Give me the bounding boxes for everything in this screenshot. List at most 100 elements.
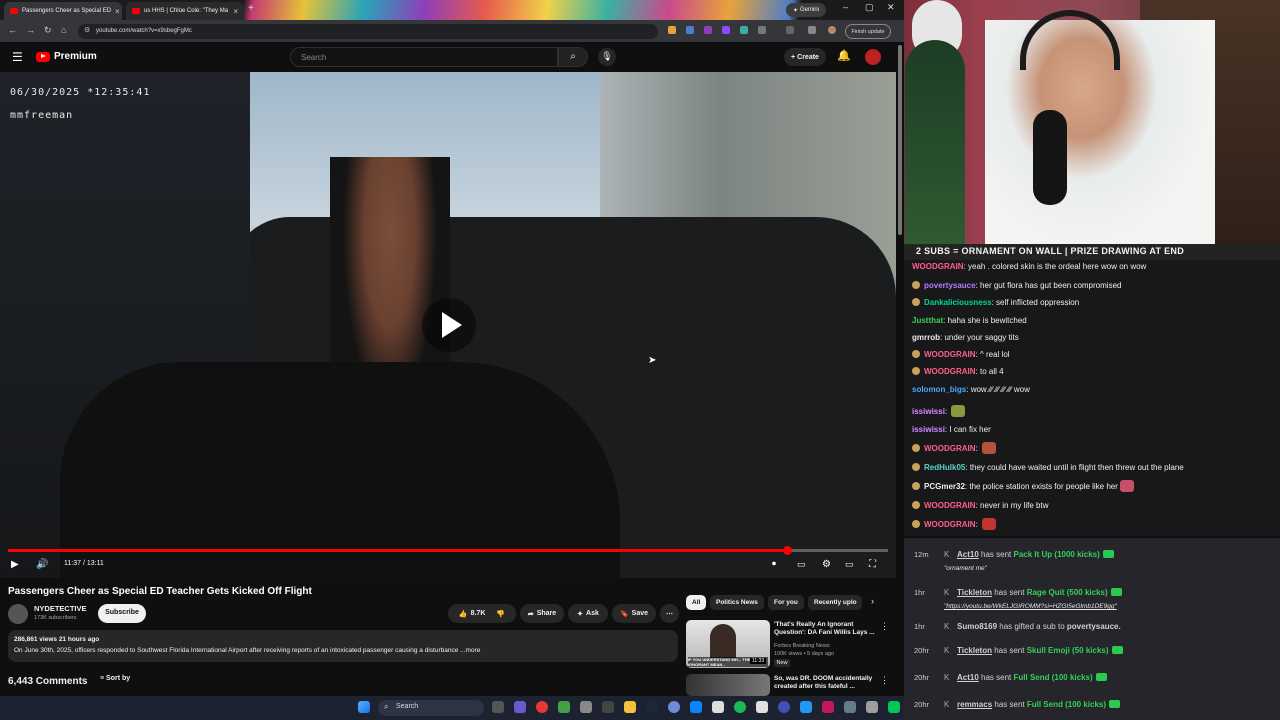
- steam-icon[interactable]: [646, 701, 658, 713]
- chat-username[interactable]: issiwissi: [912, 407, 945, 416]
- description-box[interactable]: [8, 630, 678, 662]
- recommended-title[interactable]: 'That's Really An Ignorant Question': DA…: [774, 621, 878, 637]
- chat-username[interactable]: WOODGRAIN: [912, 262, 964, 271]
- extension-icon[interactable]: [686, 26, 694, 34]
- app-icon[interactable]: [822, 701, 834, 713]
- more-actions-button[interactable]: ⋯: [660, 604, 679, 623]
- sidebar-icon[interactable]: [786, 26, 794, 34]
- app-icon[interactable]: [844, 701, 856, 713]
- event-user[interactable]: remmacs: [957, 700, 992, 709]
- gemini-button[interactable]: ✦ Gemini: [786, 3, 826, 17]
- app-icon[interactable]: [580, 701, 592, 713]
- discord-icon[interactable]: [668, 701, 680, 713]
- app-icon[interactable]: [514, 701, 526, 713]
- finish-update-button[interactable]: Finish update: [845, 24, 891, 39]
- volume-icon[interactable]: 🔊: [36, 559, 48, 570]
- spotify-icon[interactable]: [734, 701, 746, 713]
- close-icon[interactable]: ×: [233, 7, 238, 16]
- event-user[interactable]: Act10: [957, 673, 979, 682]
- chat-username[interactable]: WOODGRAIN: [924, 520, 976, 529]
- channel-avatar[interactable]: [8, 604, 28, 624]
- voice-search-button[interactable]: 🎙: [598, 48, 616, 66]
- taskbar-search[interactable]: Search: [378, 700, 484, 716]
- share-button[interactable]: ➦ Share: [520, 604, 564, 623]
- autoplay-toggle-icon[interactable]: ⏺: [772, 559, 776, 569]
- chat-username[interactable]: WOODGRAIN: [924, 367, 976, 376]
- play-overlay-button[interactable]: [422, 298, 476, 352]
- chip-all[interactable]: All: [686, 595, 707, 610]
- twitch-extension-icon[interactable]: [722, 26, 730, 34]
- recommended-channel[interactable]: Forbes Breaking News: [774, 642, 878, 650]
- chevron-right-icon[interactable]: ›: [871, 596, 874, 606]
- reload-icon[interactable]: ↻: [44, 25, 52, 36]
- play-icon[interactable]: ▶: [11, 559, 19, 570]
- chip-for-you[interactable]: For you: [768, 595, 804, 610]
- download-icon[interactable]: [808, 26, 816, 34]
- chat-username[interactable]: Justthat: [912, 316, 943, 325]
- chat-username[interactable]: PCGmer32: [924, 482, 965, 491]
- close-window-icon[interactable]: ✕: [887, 2, 895, 13]
- site-info-icon[interactable]: ⚙: [84, 26, 90, 34]
- save-button[interactable]: 🔖 Save: [612, 604, 656, 623]
- app-icon[interactable]: [756, 701, 768, 713]
- close-icon[interactable]: ×: [115, 7, 120, 16]
- scrollbar-thumb[interactable]: [898, 45, 902, 235]
- maximize-icon[interactable]: ▢: [865, 2, 874, 13]
- sort-by-button[interactable]: ≡ Sort by: [100, 675, 130, 682]
- like-count[interactable]: 8.7K: [471, 610, 486, 617]
- progress-scrubber-handle[interactable]: [783, 546, 792, 555]
- task-view-icon[interactable]: [492, 701, 504, 713]
- fullscreen-icon[interactable]: ⛶: [869, 559, 876, 570]
- more-vertical-icon[interactable]: ⋮: [880, 621, 889, 632]
- more-vertical-icon[interactable]: ⋮: [880, 675, 889, 686]
- url-bar[interactable]: youtube.com/watch?v=x9sbegFgMc: [78, 24, 658, 39]
- chat-username[interactable]: povertysauce: [924, 281, 976, 290]
- chat-username[interactable]: gmrrob: [912, 333, 940, 342]
- chat-username[interactable]: solomon_bigs: [912, 385, 966, 394]
- theater-mode-icon[interactable]: ▭: [845, 559, 854, 570]
- settings-gear-icon[interactable]: ⚙: [822, 559, 831, 570]
- event-user[interactable]: Tickleton: [957, 588, 992, 597]
- thumbs-down-icon[interactable]: 👎: [496, 610, 505, 618]
- app-icon[interactable]: [558, 701, 570, 713]
- chat-username[interactable]: WOODGRAIN: [924, 444, 976, 453]
- event-user[interactable]: Sumo8169: [957, 622, 997, 631]
- app-icon[interactable]: [712, 701, 724, 713]
- notifications-bell-icon[interactable]: 🔔: [837, 49, 851, 62]
- thumbs-up-icon[interactable]: 👍: [459, 610, 468, 618]
- chip-politics-news[interactable]: Politics News: [710, 595, 764, 610]
- browser-tab-active[interactable]: Passengers Cheer as Special ED ×: [4, 2, 122, 20]
- chip-recently-uploaded[interactable]: Recently uplo: [808, 595, 862, 610]
- channel-name[interactable]: NYDETECTIVE: [34, 604, 87, 613]
- search-button[interactable]: ⌕: [558, 47, 588, 67]
- chat-username[interactable]: WOODGRAIN: [924, 501, 976, 510]
- back-icon[interactable]: ←: [8, 25, 17, 35]
- menu-icon[interactable]: ☰: [12, 50, 23, 64]
- recommended-title[interactable]: So, was DR. DOOM accidentally created af…: [774, 675, 878, 691]
- subscribe-button[interactable]: Subscribe: [98, 604, 146, 623]
- chat-username[interactable]: WOODGRAIN: [924, 350, 976, 359]
- create-button[interactable]: + Create: [784, 48, 826, 66]
- app-icon[interactable]: [888, 701, 900, 713]
- recommended-thumbnail[interactable]: [686, 674, 770, 696]
- event-user[interactable]: Act10: [957, 550, 979, 559]
- chat-username[interactable]: RedHulk05: [924, 463, 965, 472]
- extension-icon[interactable]: [668, 26, 676, 34]
- minimize-icon[interactable]: –: [843, 2, 848, 12]
- browser-tab[interactable]: us HHS | Chloe Cole: "They Ma ×: [126, 2, 244, 20]
- file-explorer-icon[interactable]: [624, 701, 636, 713]
- chat-username[interactable]: Dankaliciousness: [924, 298, 992, 307]
- extension-icon[interactable]: [740, 26, 748, 34]
- event-note-link[interactable]: "https://youtu.be/WkELJGIROMM?si=HZGI5eG…: [944, 603, 1117, 610]
- user-avatar[interactable]: [865, 49, 881, 65]
- event-user[interactable]: Tickleton: [957, 646, 992, 655]
- profile-avatar[interactable]: [828, 26, 836, 34]
- app-icon[interactable]: [866, 701, 878, 713]
- ask-button[interactable]: ✦ Ask: [568, 604, 608, 623]
- forward-icon[interactable]: →: [26, 25, 35, 35]
- windows-start-icon[interactable]: [358, 701, 370, 713]
- chrome-icon[interactable]: [536, 701, 548, 713]
- home-icon[interactable]: ⌂: [61, 25, 66, 35]
- new-tab-icon[interactable]: +: [248, 3, 254, 14]
- youtube-logo[interactable]: Premium: [36, 51, 97, 62]
